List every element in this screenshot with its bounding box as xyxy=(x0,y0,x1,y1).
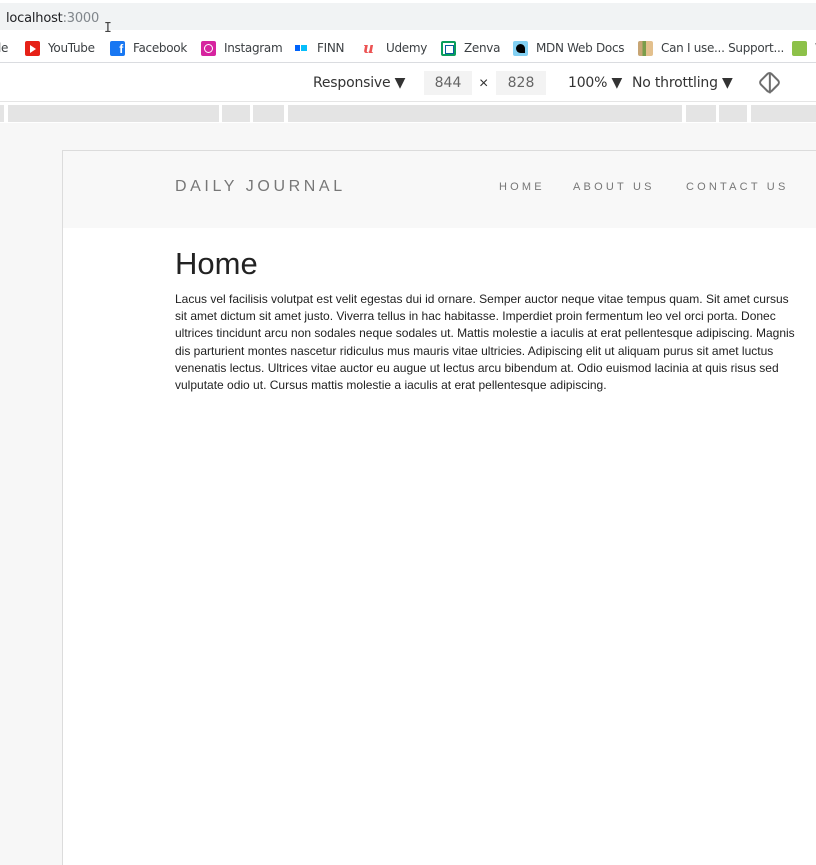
bookmark-label: le xyxy=(0,41,9,55)
mdn-icon xyxy=(513,40,528,56)
page-title: Home xyxy=(175,246,258,281)
bookmark-google[interactable]: le xyxy=(0,40,8,56)
bookmark-caniuse[interactable]: Can I use... Support... xyxy=(638,40,784,56)
bookmark-udemy[interactable]: u Udemy xyxy=(363,40,427,56)
site-header: DAILY JOURNAL HOME ABOUT US CONTACT US xyxy=(63,151,816,228)
bookmark-label: FINN xyxy=(317,41,345,55)
youtube-icon xyxy=(25,40,40,56)
bookmark-label: Facebook xyxy=(133,41,187,55)
finn-icon xyxy=(294,41,309,56)
bookmark-zenva[interactable]: Zenva xyxy=(441,40,500,56)
site-brand[interactable]: DAILY JOURNAL xyxy=(175,178,346,196)
media-query-segment[interactable] xyxy=(8,105,219,122)
bookmark-label: YouTube xyxy=(48,41,95,55)
device-toolbar: Responsive ▼ 844 × 828 100% ▼ No throttl… xyxy=(0,63,816,102)
url-field[interactable]: localhost:3000 I xyxy=(0,3,816,36)
url-host: localhost xyxy=(6,11,63,26)
media-query-segment[interactable] xyxy=(719,105,747,122)
w3schools-icon xyxy=(792,40,807,56)
bookmark-mdn[interactable]: MDN Web Docs xyxy=(513,40,625,56)
nav-about[interactable]: ABOUT US xyxy=(573,181,655,193)
bookmark-label: Udemy xyxy=(386,41,428,55)
bookmark-youtube[interactable]: YouTube xyxy=(25,40,95,56)
zenva-icon xyxy=(441,40,456,56)
bookmark-label: Can I use... Support... xyxy=(661,41,784,55)
dimension-separator: × xyxy=(479,75,489,92)
url-port: :3000 xyxy=(62,11,100,26)
page-body: Lacus vel facilisis volutpat est velit e… xyxy=(175,292,795,393)
bookmark-label: Zenva xyxy=(464,41,501,55)
bookmark-finn[interactable]: FINN xyxy=(294,40,345,56)
bookmark-facebook[interactable]: f Facebook xyxy=(110,40,187,56)
media-query-segment[interactable] xyxy=(0,105,4,122)
throttling-dropdown[interactable]: No throttling ▼ xyxy=(632,75,733,91)
bookmark-instagram[interactable]: Instagram xyxy=(201,40,283,56)
media-query-segment[interactable] xyxy=(288,105,682,122)
udemy-icon: u xyxy=(363,38,374,57)
caniuse-icon xyxy=(638,40,653,56)
media-query-segment[interactable] xyxy=(253,105,284,122)
nav-home[interactable]: HOME xyxy=(499,181,545,193)
bookmarks-bar: le YouTube f Facebook Instagram FINN u U… xyxy=(0,33,816,63)
url-text[interactable]: localhost:3000 xyxy=(6,11,99,26)
viewport-width-input[interactable]: 844 xyxy=(424,71,472,95)
zoom-dropdown[interactable]: 100% ▼ xyxy=(568,75,622,91)
address-bar: localhost:3000 I xyxy=(0,0,816,36)
device-mode-dropdown[interactable]: Responsive ▼ xyxy=(313,75,405,91)
media-query-bar xyxy=(0,103,816,123)
bookmark-w3schools[interactable]: W xyxy=(792,40,816,56)
media-query-segment[interactable] xyxy=(751,105,816,122)
media-query-segment[interactable] xyxy=(222,105,250,122)
bookmark-label: MDN Web Docs xyxy=(536,41,625,55)
emulated-viewport: DAILY JOURNAL HOME ABOUT US CONTACT US H… xyxy=(62,150,816,865)
facebook-icon: f xyxy=(110,40,125,56)
instagram-icon xyxy=(201,40,216,56)
nav-contact[interactable]: CONTACT US xyxy=(686,181,789,193)
viewport-height-input[interactable]: 828 xyxy=(496,71,546,95)
bookmark-label: Instagram xyxy=(224,41,283,55)
media-query-segment[interactable] xyxy=(686,105,716,122)
